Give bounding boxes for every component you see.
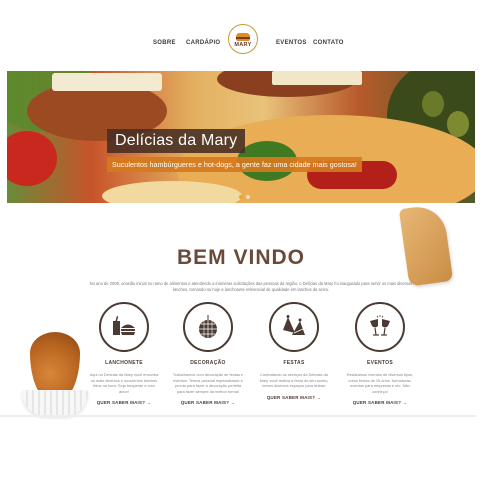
feature-desc: Trabalhamos com decoração de festas e ev…	[172, 372, 244, 394]
drink-burger-icon	[99, 302, 149, 352]
disco-ball-icon	[183, 302, 233, 352]
slider-dots	[239, 195, 250, 199]
feature-more-link[interactable]: QUER SABER MAIS? →	[258, 395, 330, 400]
feature-title: DECORAÇÃO	[190, 360, 226, 366]
party-hat-icon	[269, 302, 319, 352]
nav-item-eventos[interactable]: EVENTOS	[276, 40, 307, 46]
burger-icon	[236, 32, 250, 41]
feature-lanchonete: LANCHONETE Aqui no Delícias da Mary você…	[88, 302, 160, 405]
toast-glasses-icon	[355, 302, 405, 352]
nav-item-contato[interactable]: CONTATO	[313, 40, 344, 46]
logo-text: MARY	[234, 41, 252, 48]
feature-desc: Realizamos eventos de diversos tipos, co…	[346, 372, 414, 394]
feature-more-link[interactable]: QUER SABER MAIS? →	[172, 400, 244, 405]
page: SOBRE CARDÁPIO MARY EVENTOS CONTATO Delí…	[6, 18, 476, 418]
feature-eventos: EVENTOS Realizamos eventos de diversos t…	[344, 302, 416, 405]
coxinha-image	[20, 332, 90, 418]
feature-more-link[interactable]: QUER SABER MAIS? →	[88, 400, 160, 405]
features-section: LANCHONETE Aqui no Delícias da Mary você…	[76, 302, 416, 417]
divider	[0, 415, 476, 417]
feature-title: FESTAS	[283, 360, 305, 366]
nav-item-sobre[interactable]: SOBRE	[153, 40, 176, 46]
feature-title: LANCHONETE	[105, 360, 143, 366]
nav-item-cardapio[interactable]: CARDÁPIO	[186, 40, 220, 46]
slider-dot[interactable]	[239, 195, 243, 199]
slider-dot[interactable]	[246, 195, 250, 199]
feature-desc: Aqui no Delícias da Mary você encontra o…	[89, 372, 159, 394]
hero-slider[interactable]: Delícias da Mary Suculentos hambúrgueres…	[7, 71, 475, 203]
feature-title: EVENTOS	[367, 360, 393, 366]
feature-desc: Contratando os serviços da Delícias da M…	[259, 372, 329, 389]
welcome-intro: No ano de 2009, ocasião inicial no ramo …	[89, 281, 413, 293]
logo[interactable]: MARY	[228, 24, 258, 54]
top-nav: SOBRE CARDÁPIO MARY EVENTOS CONTATO	[6, 18, 476, 68]
feature-more-link[interactable]: QUER SABER MAIS? →	[344, 400, 416, 405]
feature-decoracao: DECORAÇÃO Trabalhamos com decoração de f…	[172, 302, 244, 405]
feature-festas: FESTAS Contratando os serviços da Delíci…	[258, 302, 330, 400]
hero-title: Delícias da Mary	[107, 129, 246, 153]
welcome-heading: BEM VINDO	[176, 246, 305, 269]
hero-subtitle: Suculentos hambúrgueres e hot-dogs, a ge…	[107, 157, 362, 172]
